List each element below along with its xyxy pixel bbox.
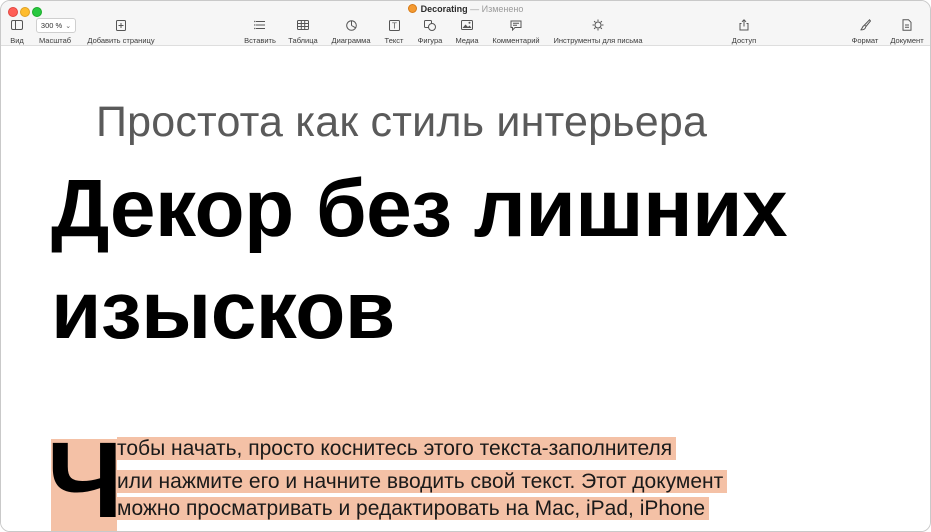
mail-tools-button[interactable]: Инструменты для письма [553, 1, 643, 45]
highlighted-text: или нажмите его и начните вводить свой т… [117, 470, 728, 493]
view-button[interactable]: Вид [4, 1, 30, 45]
sidebar-icon [10, 19, 24, 31]
document-headline[interactable]: Декор без лишних изысков [51, 158, 911, 362]
document-page[interactable]: Простота как стиль интерьера Декор без л… [1, 46, 930, 531]
chart-label: Диаграмма [331, 36, 371, 45]
drop-cap[interactable]: Ч [47, 426, 123, 532]
share-label: Доступ [731, 36, 757, 45]
comment-icon [509, 19, 523, 31]
toolbar: Decorating — Изменено Вид 300 % ⌄ Масшта… [1, 1, 930, 46]
document-subtitle[interactable]: Простота как стиль интерьера [96, 98, 707, 147]
zoom-tool: Масштаб [35, 1, 75, 45]
add-page-button[interactable]: Добавить страницу [85, 1, 157, 45]
insert-label: Вставить [244, 36, 276, 45]
paintbrush-icon [858, 19, 872, 31]
pages-window: Decorating — Изменено Вид 300 % ⌄ Масшта… [0, 0, 931, 532]
view-label: Вид [10, 36, 24, 45]
highlighted-text: можно просматривать и редактировать на M… [117, 497, 710, 520]
text-label: Текст [384, 36, 404, 45]
add-page-label: Добавить страницу [87, 36, 155, 45]
document-label: Документ [890, 36, 924, 45]
body-text-line[interactable]: можно просматривать и редактировать на M… [117, 495, 710, 522]
svg-text:T: T [392, 21, 397, 30]
insert-button[interactable]: Вставить [241, 1, 279, 45]
zoom-label: Масштаб [38, 36, 72, 45]
pie-chart-icon [344, 19, 358, 31]
chart-button[interactable]: Диаграмма [329, 1, 373, 45]
table-label: Таблица [288, 36, 318, 45]
insert-list-icon [253, 19, 267, 31]
format-button[interactable]: Формат [849, 1, 881, 45]
media-label: Медиа [455, 36, 479, 45]
document-button[interactable]: Документ [887, 1, 927, 45]
photo-icon [460, 19, 474, 31]
comment-label: Комментарий [492, 36, 540, 45]
body-text-line[interactable]: или нажмите его и начните вводить свой т… [117, 468, 728, 495]
table-icon [296, 19, 310, 31]
body-text-line[interactable]: тобы начать, просто коснитесь этого текс… [117, 435, 677, 462]
shape-label: Фигура [417, 36, 443, 45]
mail-tools-label: Инструменты для письма [553, 36, 643, 45]
share-icon [737, 19, 751, 31]
text-box-icon: T [387, 19, 401, 31]
format-label: Формат [851, 36, 879, 45]
shape-icon [423, 19, 437, 31]
share-button[interactable]: Доступ [728, 1, 760, 45]
comment-button[interactable]: Комментарий [491, 1, 541, 45]
text-button[interactable]: T Текст [381, 1, 407, 45]
document-icon [900, 19, 914, 31]
shape-button[interactable]: Фигура [414, 1, 446, 45]
media-button[interactable]: Медиа [453, 1, 481, 45]
mail-merge-icon [591, 19, 605, 31]
table-button[interactable]: Таблица [285, 1, 321, 45]
highlighted-text: тобы начать, просто коснитесь этого текс… [117, 437, 677, 460]
add-page-icon [114, 19, 128, 31]
